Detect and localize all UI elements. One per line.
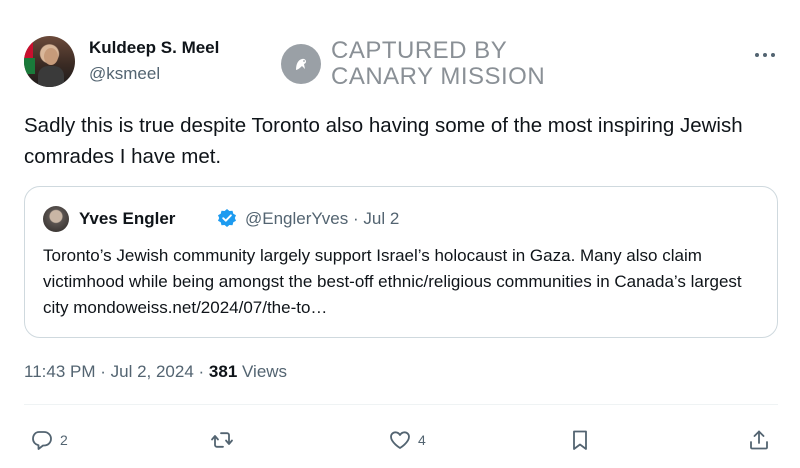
tweet-text: Sadly this is true despite Toronto also … — [24, 114, 743, 168]
more-horizontal-icon[interactable] — [754, 42, 776, 65]
reply-button[interactable]: 2 — [30, 428, 68, 452]
flag-stripe-red — [24, 42, 33, 58]
bookmark-icon — [568, 428, 592, 452]
watermark-line2: CANARY MISSION — [331, 63, 546, 90]
share-icon — [747, 428, 771, 452]
repost-button[interactable] — [210, 428, 240, 452]
like-count: 4 — [418, 432, 426, 448]
author-name[interactable]: Kuldeep S. Meel — [89, 38, 219, 58]
bookmark-button[interactable] — [568, 428, 592, 452]
heart-icon — [388, 428, 412, 452]
watermark-text: CAPTURED BY CANARY MISSION — [331, 38, 545, 90]
author-handle[interactable]: @ksmeel — [89, 64, 160, 84]
like-button[interactable]: 4 — [388, 428, 426, 452]
reply-count: 2 — [60, 432, 68, 448]
quote-tweet-card[interactable]: Yves Engler @EnglerYves · Jul 2 Toronto’… — [24, 186, 778, 338]
quote-handle-date[interactable]: @EnglerYves · Jul 2 — [245, 209, 399, 229]
views-label: Views — [237, 362, 288, 381]
quote-author-name[interactable]: Yves Engler — [79, 209, 175, 229]
share-button[interactable] — [747, 428, 771, 452]
verified-badge-icon — [217, 208, 237, 233]
quote-author-avatar[interactable] — [43, 206, 69, 232]
divider — [24, 404, 778, 405]
tweet-meta: 11:43 PM · Jul 2, 2024 · 381 Views — [24, 362, 287, 382]
views-count: 381 — [208, 362, 238, 381]
quote-text: Toronto’s Jewish community largely suppo… — [43, 246, 742, 317]
avatar-shirt — [38, 66, 64, 87]
flag-stripe-green — [24, 58, 35, 74]
watermark-line1: CAPTURED BY — [331, 37, 508, 64]
watermark: CAPTURED BY CANARY MISSION — [281, 38, 545, 90]
reply-icon — [30, 428, 54, 452]
canary-logo-icon — [281, 44, 321, 84]
action-bar: 2 4 — [30, 428, 776, 454]
avatar-head — [44, 48, 58, 65]
tweet-timestamp[interactable]: 11:43 PM · Jul 2, 2024 · — [24, 362, 209, 381]
repost-icon — [210, 428, 234, 452]
author-avatar[interactable] — [24, 36, 75, 87]
